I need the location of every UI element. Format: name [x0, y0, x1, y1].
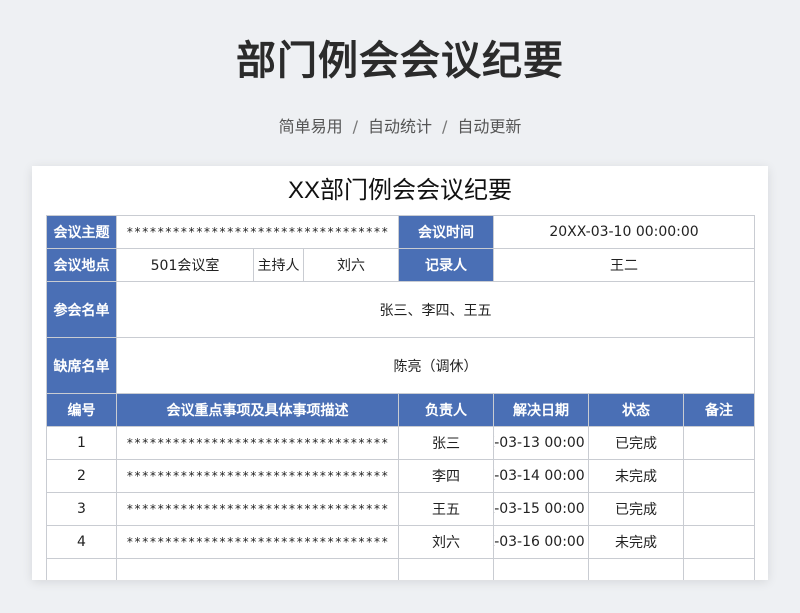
topic-label: 会议主题 — [46, 215, 117, 249]
row-date[interactable]: X-03-16 00:00 — [493, 525, 590, 559]
page-title: 部门例会会议纪要 — [236, 38, 564, 84]
subtitle-item: 自动更新 — [457, 117, 522, 136]
minutes-sheet: XX部门例会会议纪要 会议主题 ************************… — [32, 166, 768, 580]
host-label: 主持人 — [253, 248, 304, 282]
column-header-date: 解决日期 — [493, 393, 590, 427]
row-date[interactable]: X-03-13 00:00 — [493, 426, 590, 460]
row-date[interactable]: X-03-15 00:00 — [493, 492, 590, 526]
row-no[interactable]: 4 — [46, 525, 117, 559]
absent-label: 缺席名单 — [46, 337, 117, 394]
row-status[interactable]: 已完成 — [588, 426, 685, 460]
row-owner[interactable]: 王五 — [398, 492, 495, 526]
row-note[interactable] — [683, 426, 756, 460]
sheet-title: XX部门例会会议纪要 — [287, 177, 512, 204]
row-desc[interactable]: ********************************** — [115, 459, 400, 493]
time-value[interactable]: 20XX-03-10 00:00:00 — [493, 215, 756, 249]
row-note[interactable] — [683, 492, 756, 526]
subtitle-separator: / — [442, 117, 448, 136]
recorder-value[interactable]: 王二 — [493, 248, 756, 282]
row-no[interactable]: 3 — [46, 492, 117, 526]
row-status[interactable]: 未完成 — [588, 525, 685, 559]
host-value[interactable]: 刘六 — [302, 248, 400, 282]
row-date[interactable]: X-03-14 00:00 — [493, 459, 590, 493]
minutes-table: 会议主题 ********************************** … — [46, 215, 756, 580]
column-header-desc: 会议重点事项及具体事项描述 — [115, 393, 400, 427]
subtitle-item: 简单易用 — [278, 117, 343, 136]
table-row: 1 ********************************** 张三 … — [46, 426, 756, 460]
row-desc[interactable]: ********************************** — [115, 492, 400, 526]
row-desc[interactable]: ********************************** — [115, 426, 400, 460]
topic-value[interactable]: ********************************** — [115, 215, 400, 249]
column-header-note: 备注 — [683, 393, 756, 427]
place-value[interactable]: 501会议室 — [116, 248, 254, 282]
table-row: 4 ********************************** 刘六 … — [46, 525, 756, 559]
page-subtitle: 简单易用 / 自动统计 / 自动更新 — [0, 113, 800, 137]
column-header-owner: 负责人 — [398, 393, 495, 427]
table-row-partial — [46, 558, 756, 580]
row-owner[interactable]: 张三 — [398, 426, 495, 460]
row-desc[interactable]: ********************************** — [115, 525, 400, 559]
subtitle-separator: / — [352, 117, 358, 136]
column-header-status: 状态 — [588, 393, 685, 427]
column-header-no: 编号 — [46, 393, 117, 427]
table-row: 2 ********************************** 李四 … — [46, 459, 756, 493]
recorder-label: 记录人 — [398, 248, 495, 282]
table-row: 3 ********************************** 王五 … — [46, 492, 756, 526]
place-label: 会议地点 — [46, 248, 117, 282]
row-no[interactable]: 1 — [46, 426, 117, 460]
row-owner[interactable]: 刘六 — [398, 525, 495, 559]
row-note[interactable] — [683, 525, 756, 559]
absent-value[interactable]: 陈亮（调休） — [115, 337, 756, 394]
subtitle-item: 自动统计 — [367, 117, 432, 136]
row-no[interactable]: 2 — [46, 459, 117, 493]
attendees-label: 参会名单 — [46, 281, 117, 338]
row-owner[interactable]: 李四 — [398, 459, 495, 493]
row-status[interactable]: 已完成 — [588, 492, 685, 526]
attendees-value[interactable]: 张三、李四、王五 — [115, 281, 756, 338]
row-status[interactable]: 未完成 — [588, 459, 685, 493]
time-label: 会议时间 — [398, 215, 495, 249]
row-note[interactable] — [683, 459, 756, 493]
